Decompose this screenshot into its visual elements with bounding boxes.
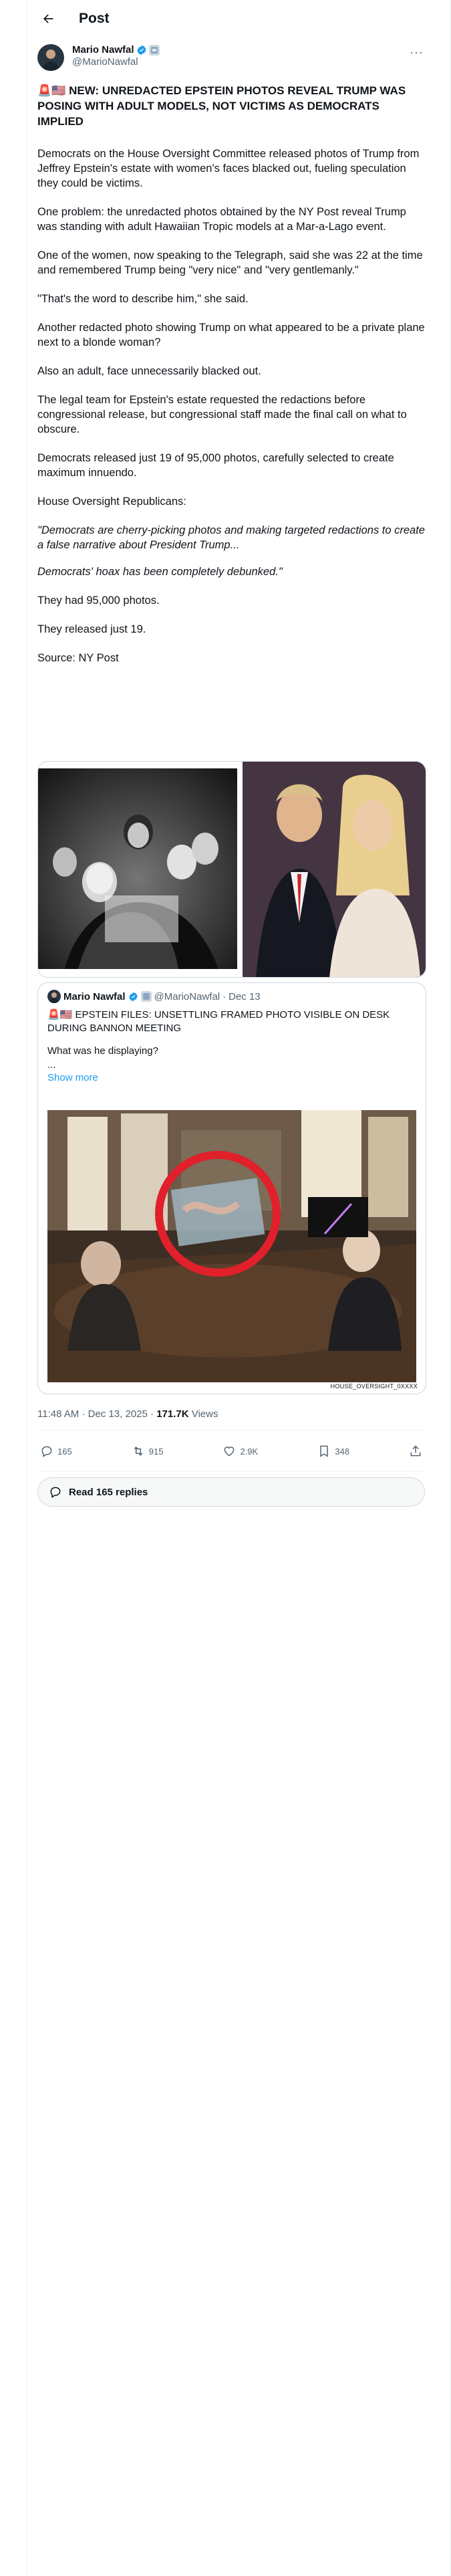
quoted-author-handle: @MarioNawfal: [154, 990, 220, 1002]
read-replies-button[interactable]: Read 165 replies: [37, 1477, 425, 1507]
author-handle[interactable]: @MarioNawfal: [72, 56, 160, 68]
quote-text: "Democrats are cherry-picking photos and…: [37, 524, 425, 551]
quoted-date: Dec 13: [229, 990, 261, 1002]
quoted-post-header: Mario Nawfal @MarioNawfal · Dec 13: [47, 990, 261, 1003]
paragraph: One problem: the unredacted photos obtai…: [37, 206, 406, 233]
quoted-post[interactable]: Mario Nawfal @MarioNawfal · Dec 13 🚨🇺🇸 E…: [37, 982, 426, 1394]
heart-icon: [224, 1446, 235, 1457]
like-button[interactable]: 2.9K: [222, 1444, 258, 1458]
siren-flag-icon: 🚨🇺🇸: [37, 84, 66, 97]
source-line: Source: NY Post: [37, 652, 119, 664]
top-bar: Post: [27, 0, 424, 37]
paragraph: House Oversight Republicans:: [37, 496, 186, 508]
avatar: [47, 990, 61, 1003]
quoted-post-text: 🚨🇺🇸 EPSTEIN FILES: UNSETTLING FRAMED PHO…: [47, 1009, 390, 1083]
post-timestamp[interactable]: 11:48 AM · Dec 13, 2025 · 171.7K Views: [37, 1408, 218, 1420]
paragraph: They had 95,000 photos.: [37, 595, 160, 607]
view-count: 171.7K: [156, 1408, 189, 1420]
media-grid: [37, 761, 426, 978]
like-count: 2.9K: [240, 1446, 259, 1457]
repost-button[interactable]: 915: [132, 1444, 164, 1458]
watermark: HOUSE_OVERSIGHT_0XXXX: [330, 1383, 418, 1390]
post-headline: 🚨🇺🇸 NEW: UNREDACTED EPSTEIN PHOTOS REVEA…: [37, 84, 406, 128]
photo-trump-with-model[interactable]: [243, 762, 426, 978]
photo-group-bw[interactable]: [38, 768, 237, 969]
paragraph: They released just 19.: [37, 623, 146, 635]
paragraph: Democrats on the House Oversight Committ…: [37, 148, 420, 189]
verified-badge-icon: [128, 992, 138, 1001]
author-name[interactable]: Mario Nawfal: [72, 44, 134, 56]
siren-flag-icon: 🚨🇺🇸: [47, 1009, 73, 1021]
bookmark-icon: [320, 1445, 328, 1457]
paragraph: Democrats released just 19 of 95,000 pho…: [37, 452, 394, 479]
paragraph: The legal team for Epstein's estate requ…: [37, 394, 407, 435]
action-bar: 165 915 2.9K 348: [37, 1435, 425, 1467]
more-options-icon[interactable]: ···: [410, 45, 424, 60]
show-more-link[interactable]: Show more: [47, 1072, 98, 1083]
reply-icon: [50, 1487, 61, 1498]
arrow-left-icon: [43, 14, 53, 23]
repost-count: 915: [148, 1446, 164, 1457]
divider: [37, 1471, 425, 1472]
post-body: 🚨🇺🇸 NEW: UNREDACTED EPSTEIN PHOTOS REVEA…: [37, 83, 426, 679]
post-author: Mario Nawfal @MarioNawfal ···: [37, 44, 425, 76]
quoted-photo-desk[interactable]: [47, 1110, 416, 1382]
share-button[interactable]: [409, 1444, 422, 1458]
read-replies-label: Read 165 replies: [69, 1486, 148, 1498]
page-title: Post: [79, 11, 110, 26]
repost-icon: [134, 1446, 143, 1456]
paragraph: "That's the word to describe him," she s…: [37, 293, 249, 305]
affiliate-badge-icon: [140, 991, 152, 1002]
avatar[interactable]: [37, 44, 64, 71]
reply-icon: [41, 1446, 52, 1457]
back-button[interactable]: [36, 7, 60, 31]
share-icon: [410, 1445, 421, 1457]
verified-badge-icon: [136, 45, 147, 56]
reply-button[interactable]: 165: [40, 1444, 72, 1458]
quoted-author-name: Mario Nawfal: [63, 990, 126, 1002]
paragraph: Another redacted photo showing Trump on …: [37, 322, 425, 348]
reply-count: 165: [57, 1446, 72, 1457]
paragraph: Also an adult, face unnecessarily blacke…: [37, 365, 261, 377]
quote-text: Democrats' hoax has been completely debu…: [37, 566, 283, 578]
affiliate-badge-icon: [148, 44, 160, 56]
bookmark-count: 348: [335, 1446, 349, 1457]
bookmark-button[interactable]: 348: [317, 1444, 349, 1458]
paragraph: One of the women, now speaking to the Te…: [37, 249, 423, 276]
